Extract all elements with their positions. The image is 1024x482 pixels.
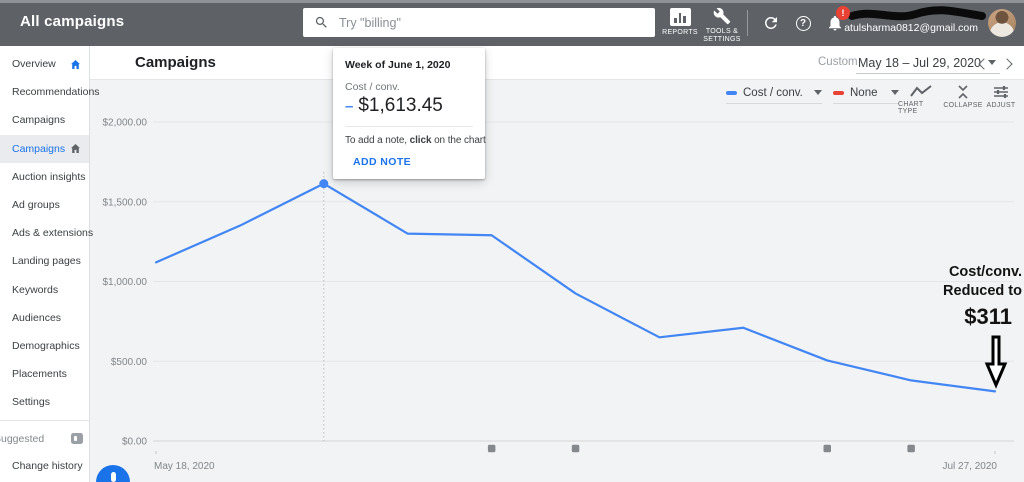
tooltip-metric: Cost / conv. [345, 81, 473, 93]
tooltip-title: Week of June 1, 2020 [345, 59, 473, 71]
search-icon [314, 15, 329, 30]
down-arrow-icon [984, 335, 1008, 389]
chevron-down-icon [814, 90, 822, 95]
y-tick-label: $2,000.00 [103, 118, 148, 129]
reports-label: REPORTS [662, 29, 698, 37]
tooltip-divider [345, 126, 473, 127]
redaction-scribble [848, 6, 986, 24]
note-marker [824, 445, 832, 453]
adjust-icon [993, 85, 1009, 99]
cost-conv-line [156, 184, 995, 392]
reports-button[interactable]: REPORTS [663, 8, 697, 37]
adjust-button[interactable]: ADJUST [982, 85, 1020, 109]
search-box[interactable]: Try "billing" [303, 8, 655, 37]
chart-type-button[interactable]: CHART TYPE [898, 85, 944, 115]
chart-type-icon [909, 85, 933, 98]
collapse-label: COLLAPSE [943, 102, 982, 109]
avatar[interactable] [988, 9, 1016, 37]
refresh-icon [762, 14, 780, 32]
metric2-color-swatch [833, 91, 844, 95]
header-divider [747, 10, 748, 36]
metric2-label: None [850, 87, 878, 99]
annotation-value: $311 [912, 304, 1022, 330]
tools-settings-label: TOOLS &SETTINGS [703, 28, 740, 44]
metric1-label: Cost / conv. [743, 87, 803, 99]
x-axis-label: May 18, 2020 [154, 461, 215, 472]
y-tick-label: $1,500.00 [103, 197, 148, 208]
annotation-line2: Reduced to [912, 282, 1022, 301]
metric1-color-swatch [726, 91, 737, 95]
note-marker [572, 445, 580, 453]
chart-type-label: CHART TYPE [898, 101, 944, 115]
collapse-button[interactable]: COLLAPSE [944, 85, 982, 109]
add-note-button[interactable]: ADD NOTE [353, 156, 473, 168]
chart-tooltip: Week of June 1, 2020 Cost / conv. – $1,6… [333, 48, 485, 179]
cost-reduction-annotation: Cost/conv. Reduced to $311 [912, 263, 1022, 330]
y-tick-label: $500.00 [111, 357, 148, 368]
collapse-icon [955, 85, 971, 99]
metric1-dropdown[interactable]: Cost / conv. [726, 86, 822, 104]
annotation-line1: Cost/conv. [912, 263, 1022, 282]
wrench-icon [713, 7, 731, 25]
highlighted-point [319, 179, 328, 188]
refresh-button[interactable] [760, 12, 782, 34]
tools-settings-button[interactable]: TOOLS &SETTINGS [701, 7, 743, 44]
tooltip-value: $1,613.45 [358, 95, 443, 117]
y-tick-label: $1,000.00 [103, 277, 148, 288]
top-bar: All campaigns Try "billing" REPORTS TOOL… [0, 0, 1024, 46]
window-top-strip [0, 0, 1024, 3]
note-marker [488, 445, 496, 453]
series-dash-icon: – [345, 98, 353, 115]
tooltip-hint: To add a note, click on the chart [345, 135, 473, 146]
reports-icon [670, 8, 691, 26]
notification-badge: ! [836, 6, 850, 20]
app-title: All campaigns [20, 13, 124, 30]
metric2-dropdown[interactable]: None [833, 86, 899, 104]
adjust-label: ADJUST [986, 102, 1015, 109]
help-button[interactable]: ? [792, 12, 814, 34]
x-axis-label: Jul 27, 2020 [943, 461, 998, 472]
note-marker [907, 445, 915, 453]
help-icon: ? [796, 16, 811, 31]
chart-plot-area[interactable]: $2,000.00 $1,500.00 $1,000.00 $500.00 $0.00 M… [0, 0, 1024, 482]
search-placeholder: Try "billing" [339, 16, 401, 30]
y-tick-label: $0.00 [122, 437, 147, 448]
google-ads-app: All campaigns Try "billing" REPORTS TOOL… [0, 0, 1024, 482]
